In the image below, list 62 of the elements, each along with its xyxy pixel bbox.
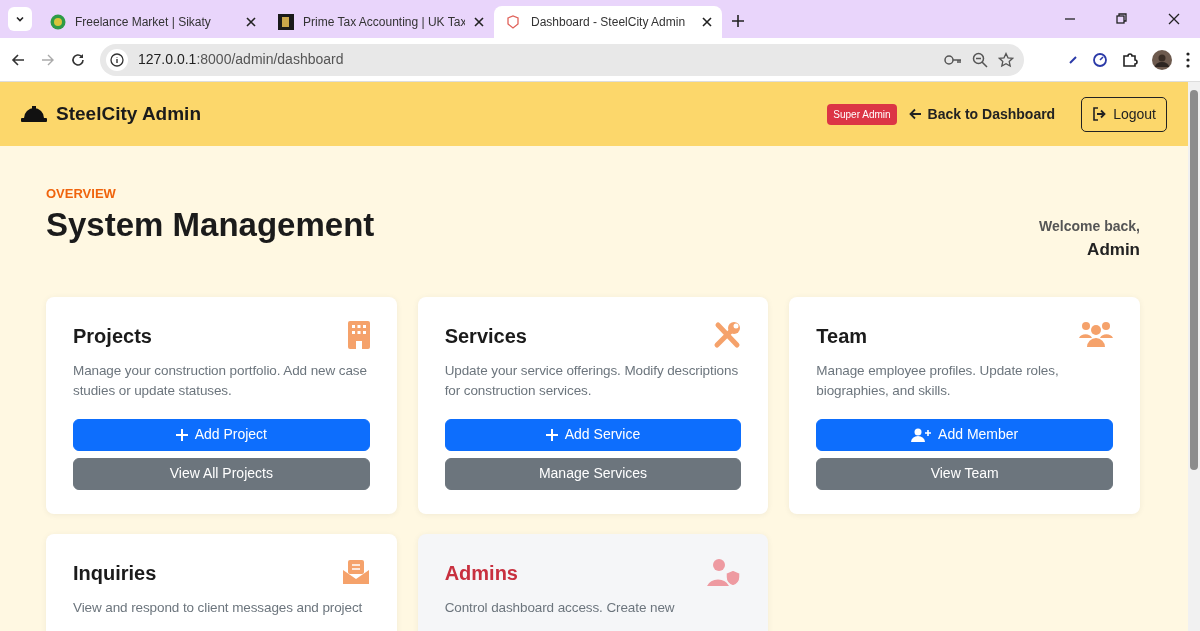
plus-icon bbox=[545, 428, 558, 441]
menu-icon[interactable] bbox=[1186, 51, 1190, 68]
page-title: System Management bbox=[46, 205, 375, 244]
add-button[interactable]: Add Service bbox=[444, 418, 742, 451]
card-description: Manage employee profiles. Update roles, biographies, and skills. bbox=[816, 361, 1060, 400]
browser-tab[interactable]: Dashboard - SteelCity Admin bbox=[494, 6, 722, 38]
add-button[interactable]: Add Project bbox=[73, 418, 370, 451]
url-text: 127.0.0.1:8000/admin/dashboard bbox=[138, 50, 344, 69]
user-plus-icon bbox=[911, 427, 932, 442]
close-icon[interactable] bbox=[474, 17, 484, 27]
envelope-icon bbox=[341, 557, 370, 586]
restore-icon[interactable] bbox=[1116, 13, 1128, 25]
logout-button[interactable]: Logout bbox=[1081, 96, 1167, 132]
user-name: Admin bbox=[1086, 239, 1140, 261]
site-icon bbox=[278, 14, 294, 30]
pen-icon[interactable] bbox=[1068, 54, 1078, 65]
people-icon bbox=[1079, 320, 1113, 347]
plus-icon bbox=[175, 428, 188, 441]
info-icon[interactable] bbox=[106, 48, 128, 71]
card-title: Services bbox=[444, 323, 527, 349]
zoom-out-icon[interactable] bbox=[972, 51, 988, 68]
role-badge: Super Admin bbox=[827, 103, 897, 125]
new-tab-icon[interactable] bbox=[732, 15, 744, 27]
user-shield-icon bbox=[707, 557, 742, 586]
card-description: View and respond to client messages and project bbox=[73, 598, 364, 617]
app-title: SteelCity Admin bbox=[56, 101, 201, 126]
view-button[interactable]: View All Projects bbox=[73, 457, 370, 490]
reload-icon[interactable] bbox=[70, 51, 86, 68]
key-icon[interactable] bbox=[944, 53, 962, 66]
card-title: Projects bbox=[73, 323, 152, 349]
view-button[interactable]: View Team bbox=[816, 457, 1113, 490]
back-to-dashboard-link[interactable]: Back to Dashboard bbox=[908, 103, 1056, 125]
logout-icon bbox=[1092, 107, 1108, 121]
close-icon[interactable] bbox=[702, 17, 712, 27]
chevron-down-icon bbox=[15, 14, 25, 24]
welcome-text: Welcome back, bbox=[1039, 217, 1140, 236]
browser-tab[interactable]: Freelance Market | Sikaty bbox=[38, 6, 266, 38]
back-icon[interactable] bbox=[10, 51, 26, 68]
card-description: Update your service offerings. Modify descriptions for construction services. bbox=[444, 361, 740, 400]
star-icon[interactable] bbox=[998, 51, 1014, 68]
card-title: Team bbox=[816, 323, 868, 349]
card-description: Control dashboard access. Create new bbox=[444, 598, 676, 617]
helmet-icon bbox=[20, 104, 48, 124]
tools-icon bbox=[713, 320, 742, 349]
arrow-left-icon bbox=[908, 108, 922, 120]
gauge-icon[interactable] bbox=[1092, 51, 1108, 68]
puzzle-icon[interactable] bbox=[1122, 51, 1138, 68]
add-button[interactable]: Add Member bbox=[816, 418, 1113, 451]
scrollbar[interactable] bbox=[1188, 82, 1200, 631]
card-title: Inquiries bbox=[73, 560, 157, 586]
address-bar[interactable]: 127.0.0.1:8000/admin/dashboard bbox=[100, 43, 1024, 76]
avatar-icon[interactable] bbox=[1152, 49, 1172, 70]
close-icon[interactable] bbox=[1168, 13, 1180, 25]
site-icon bbox=[506, 14, 522, 30]
tab-search-button[interactable] bbox=[8, 7, 32, 31]
card-description: Manage your construction portfolio. Add new case studies or update statuses. bbox=[73, 361, 368, 400]
section-label: OVERVIEW bbox=[46, 185, 117, 203]
close-icon[interactable] bbox=[246, 17, 256, 27]
card-title: Admins bbox=[444, 560, 518, 586]
view-button[interactable]: Manage Services bbox=[444, 457, 742, 490]
site-icon bbox=[50, 14, 66, 30]
building-icon bbox=[347, 320, 370, 349]
